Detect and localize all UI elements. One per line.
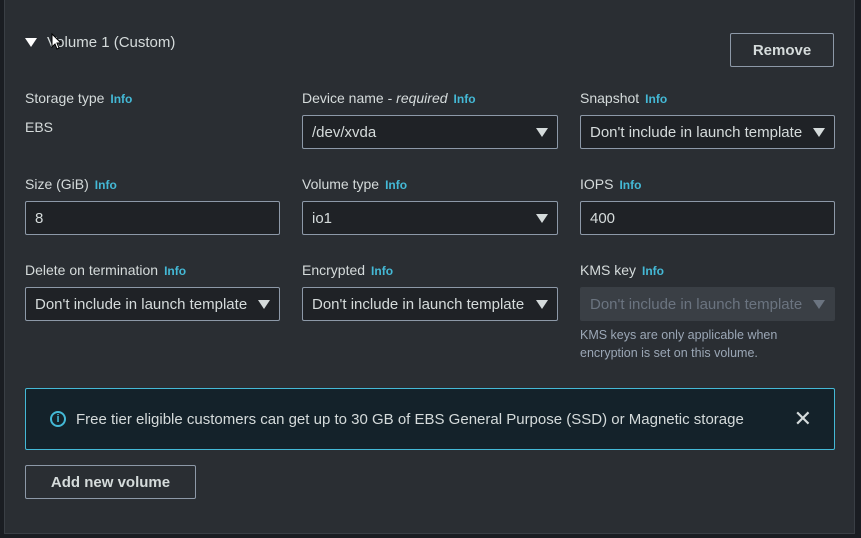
chevron-down-icon — [813, 299, 825, 309]
volume-type-label: Volume type Info — [302, 176, 408, 192]
chevron-down-icon — [536, 127, 548, 137]
add-new-volume-button[interactable]: Add new volume — [25, 465, 196, 499]
kms-key-help-text: KMS keys are only applicable when encryp… — [580, 328, 778, 360]
device-name-select[interactable]: /dev/xvda — [302, 115, 558, 149]
kms-key-info-link[interactable]: Info — [642, 264, 664, 278]
iops-info-link[interactable]: Info — [619, 178, 641, 192]
snapshot-info-link[interactable]: Info — [645, 92, 667, 106]
device-name-info-link[interactable]: Info — [454, 92, 476, 106]
kms-key-label: KMS key Info — [580, 262, 665, 278]
delete-on-termination-info-link[interactable]: Info — [164, 264, 186, 278]
chevron-down-icon — [813, 127, 825, 137]
delete-on-termination-label: Delete on termination Info — [25, 262, 187, 278]
volume-title: Volume 1 (Custom) — [47, 34, 176, 51]
delete-on-termination-select[interactable]: Don't include in launch template — [25, 287, 280, 321]
size-label: Size (GiB) Info — [25, 176, 117, 192]
encrypted-label: Encrypted Info — [302, 262, 394, 278]
size-info-link[interactable]: Info — [95, 178, 117, 192]
kms-key-select: Don't include in launch template — [580, 287, 835, 321]
device-name-label: Device name - required Info — [302, 90, 476, 106]
chevron-down-icon — [536, 299, 548, 309]
info-circle-icon: i — [50, 411, 66, 427]
close-icon[interactable]: ✕ — [794, 408, 812, 430]
volume-panel: Volume 1 (Custom) Remove Storage type Inf… — [4, 0, 855, 534]
chevron-down-icon — [258, 299, 270, 309]
storage-type-info-link[interactable]: Info — [110, 92, 132, 106]
volume-type-select[interactable]: io1 — [302, 201, 558, 235]
storage-type-label: Storage type Info — [25, 90, 133, 106]
volume-header[interactable]: Volume 1 (Custom) — [25, 34, 175, 51]
encrypted-info-link[interactable]: Info — [371, 264, 393, 278]
alert-text: Free tier eligible customers can get up … — [76, 410, 744, 428]
iops-label: IOPS Info — [580, 176, 642, 192]
size-input[interactable]: 8 — [25, 201, 280, 235]
chevron-down-icon — [536, 213, 548, 223]
storage-type-value: EBS — [25, 119, 54, 135]
volume-type-info-link[interactable]: Info — [385, 178, 407, 192]
remove-button[interactable]: Remove — [730, 33, 834, 67]
encrypted-select[interactable]: Don't include in launch template — [302, 287, 558, 321]
caret-down-icon[interactable] — [25, 38, 37, 47]
snapshot-select[interactable]: Don't include in launch template — [580, 115, 835, 149]
free-tier-alert: i Free tier eligible customers can get u… — [25, 388, 835, 450]
snapshot-label: Snapshot Info — [580, 90, 668, 106]
iops-input[interactable]: 400 — [580, 201, 835, 235]
mouse-pointer-icon — [51, 33, 62, 50]
